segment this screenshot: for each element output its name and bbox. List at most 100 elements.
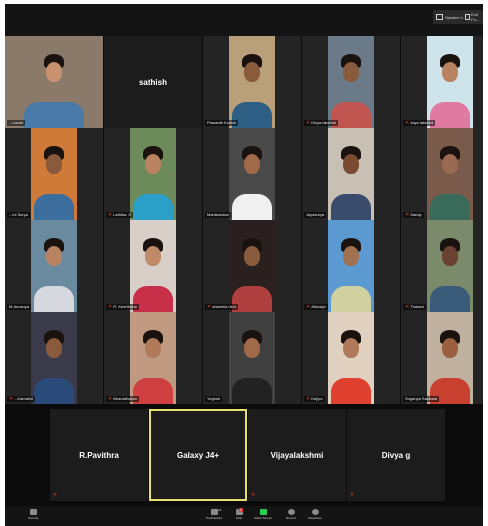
participant-video <box>31 128 77 220</box>
mic-muted-icon: ✕ <box>108 395 113 402</box>
participant-tile[interactable]: ✕ sharmila devi <box>203 220 301 312</box>
participant-face <box>145 153 161 174</box>
participant-name: ...Laxmi <box>9 120 24 125</box>
participant-tile[interactable]: ...Laxmi <box>5 36 103 128</box>
participant-tile[interactable]: ...ini Surya <box>5 128 103 220</box>
participant-tile[interactable]: Divya g ✕ <box>347 409 445 501</box>
unmute-button[interactable]: Unmute <box>23 509 43 525</box>
mic-muted-icon: ✕ <box>108 303 113 310</box>
participant-video <box>130 128 176 220</box>
exit-fullscreen-icon <box>465 14 471 20</box>
participant-name: sharmila devi <box>212 304 236 309</box>
participant-tile[interactable]: ✕ Divya lakshmi <box>302 36 400 128</box>
participant-name-chip: ✕ R. Keerthana <box>106 304 139 310</box>
participants-label: Participants <box>206 516 222 520</box>
chat-button[interactable]: 1 Chat <box>229 508 249 525</box>
participant-face <box>145 337 161 358</box>
participant-tile[interactable]: Suganya Sasikala <box>401 312 483 404</box>
participant-face <box>244 337 260 358</box>
participant-video <box>130 312 176 404</box>
participant-tile[interactable]: Prasanth Kumar <box>203 36 301 128</box>
participant-video <box>328 128 374 220</box>
participant-name-chip: Yogesh <box>205 396 223 402</box>
participant-tile[interactable]: Galaxy J4+ <box>149 409 247 501</box>
exit-fullscreen-button[interactable]: Exit Fu... <box>463 10 483 24</box>
participant-body <box>232 102 272 128</box>
participant-tile[interactable]: Manikandan <box>203 128 301 220</box>
participant-tile[interactable]: ✕ Jaya lakshmi <box>401 36 483 128</box>
share-screen-button[interactable]: Share Screen <box>251 509 275 525</box>
share-screen-label: Share Screen <box>253 516 273 520</box>
participant-face <box>244 245 260 266</box>
participant-video <box>328 220 374 312</box>
participant-name-chip: ✕ Bharadhavan <box>106 396 139 402</box>
participant-face <box>442 61 458 82</box>
mic-muted-icon: ✕ <box>306 303 311 310</box>
participant-video <box>5 36 103 128</box>
participant-tile[interactable]: ✕ Dejipo <box>302 312 400 404</box>
participant-tile[interactable]: ✕ Bharadhavan <box>104 312 202 404</box>
participant-name: R. Keerthana <box>113 304 137 309</box>
participant-name: Suganya Sasikala <box>405 396 438 401</box>
participant-name: Galaxy J4+ <box>176 450 220 460</box>
chat-label: Chat <box>235 516 243 520</box>
participant-name-chip: Jayasurya <box>304 212 327 218</box>
mic-muted-icon: ✕ <box>53 492 58 498</box>
participant-name-chip: ✕ sharmila devi <box>205 304 238 310</box>
participant-tile[interactable]: ✕ R. Keerthana <box>104 220 202 312</box>
mic-muted-icon: ✕ <box>9 395 14 402</box>
participant-name-chip: ✕ Divya lakshmi <box>304 120 338 126</box>
participant-name: Yogesh <box>207 396 221 401</box>
mic-muted-icon: ✕ <box>405 211 410 218</box>
participant-name: Manikandan <box>207 212 229 217</box>
participant-tile[interactable]: R.Pavithra ✕ <box>50 409 148 501</box>
participant-name: Bharadhavan <box>113 396 137 401</box>
record-button[interactable]: Record <box>281 509 301 525</box>
participant-name: Jayasurya <box>306 212 325 217</box>
participant-body <box>331 378 371 404</box>
participant-name: Sandy <box>410 212 422 217</box>
participants-button[interactable]: 24 Participants <box>201 508 227 525</box>
participant-video <box>31 312 77 404</box>
speaker-view-icon <box>436 14 443 20</box>
participant-tile[interactable]: Yogesh <box>203 312 301 404</box>
participant-body <box>34 286 74 312</box>
participant-tile[interactable]: ✕ ...Kamalini <box>5 312 103 404</box>
participant-name: ...Kamalini <box>14 396 33 401</box>
participant-body <box>133 378 173 404</box>
participant-name-chip: ✕ Dejipo <box>304 396 325 402</box>
participant-video <box>229 128 275 220</box>
participant-name-chip: ✕ ...Kamalini <box>7 396 35 402</box>
participant-tile[interactable]: ✕ Sandy <box>401 128 483 220</box>
microphone-off-icon <box>29 509 37 515</box>
reactions-label: Reactions <box>308 516 322 520</box>
participant-name: Jaya lakshmi <box>410 120 434 125</box>
mic-muted-icon: ✕ <box>306 119 311 126</box>
participant-name-chip: ✕ Jaya lakshmi <box>403 120 436 126</box>
participant-tile[interactable]: sathish <box>104 36 202 128</box>
top-bar: Speaker View Exit Fu... <box>5 4 483 36</box>
participant-name: Divya lakshmi <box>311 120 336 125</box>
participant-name: Tharani <box>410 304 424 309</box>
participant-face <box>343 153 359 174</box>
participant-tile[interactable]: M.Anusuya <box>5 220 103 312</box>
participant-body <box>232 378 272 404</box>
reactions-button[interactable]: Reactions <box>305 509 325 525</box>
participant-name: Dejipo <box>311 396 323 401</box>
participant-tile[interactable]: Jayasurya <box>302 128 400 220</box>
participant-name: sathish <box>138 77 167 87</box>
participant-name-chip: ✕ Abinaya <box>304 304 328 310</box>
participant-face <box>46 61 62 82</box>
participant-video <box>328 36 374 128</box>
participant-name-chip: Suganya Sasikala <box>403 396 440 402</box>
participant-video <box>427 128 473 220</box>
participant-tile[interactable]: ✕ Lathika. S <box>104 128 202 220</box>
participant-body <box>232 286 272 312</box>
participant-tile[interactable]: ✕ Abinaya <box>302 220 400 312</box>
record-icon <box>287 509 295 515</box>
participant-face <box>343 245 359 266</box>
participant-face <box>46 337 62 358</box>
participant-tile[interactable]: Vijayalakshmi ✕ <box>248 409 346 501</box>
participant-body <box>34 378 74 404</box>
participant-tile[interactable]: ✕ Tharani <box>401 220 483 312</box>
